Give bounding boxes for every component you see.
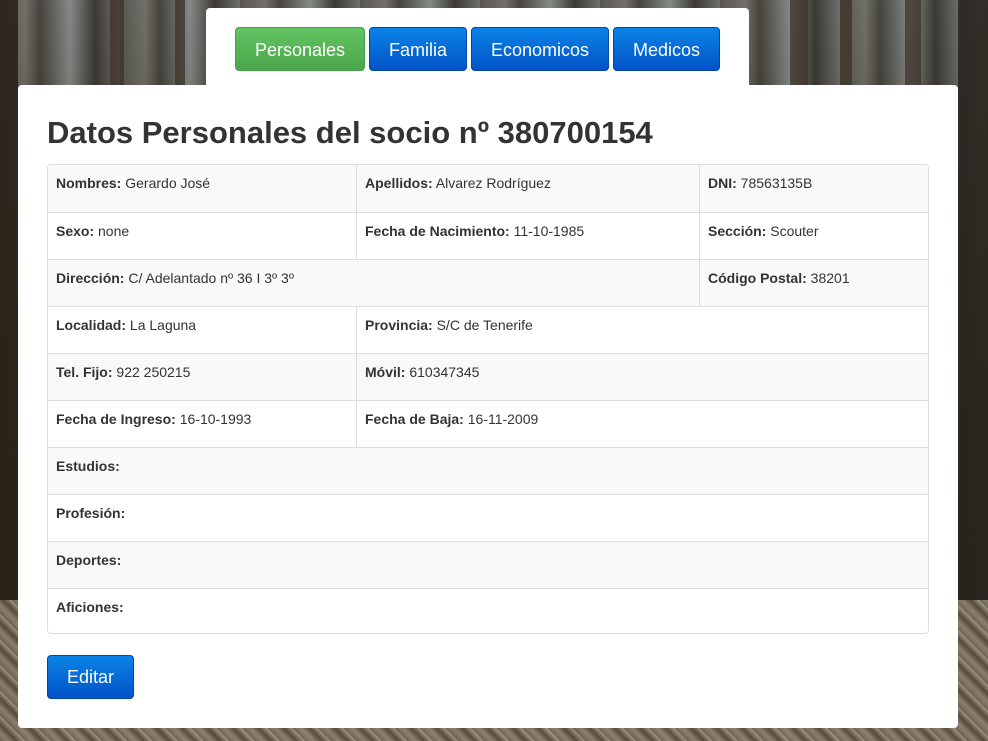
main-panel: Datos Personales del socio nº 380700154 … [18, 85, 958, 728]
field-aficiones: Aficiones: [48, 589, 928, 633]
field-value: C/ Adelantado nº 36 I 3º 3º [128, 270, 294, 286]
field-label: Tel. Fijo: [56, 364, 113, 380]
table-row: Sexo: none Fecha de Nacimiento: 11-10-19… [48, 212, 928, 260]
table-row: Localidad: La Laguna Provincia: S/C de T… [48, 306, 928, 354]
field-movil: Móvil: 610347345 [356, 354, 928, 401]
table-row: Nombres: Gerardo José Apellidos: Alvarez… [48, 165, 928, 212]
page-title: Datos Personales del socio nº 380700154 [47, 115, 653, 150]
field-label: Profesión: [56, 505, 126, 521]
field-label: Fecha de Nacimiento: [365, 223, 510, 239]
field-dni: DNI: 78563135B [699, 165, 928, 212]
field-label: Localidad: [56, 317, 127, 333]
field-label: Estudios: [56, 458, 120, 474]
table-row: Aficiones: [48, 588, 928, 633]
field-provincia: Provincia: S/C de Tenerife [356, 307, 928, 354]
field-label: Código Postal: [708, 270, 807, 286]
table-row: Fecha de Ingreso: 16-10-1993 Fecha de Ba… [48, 400, 928, 448]
field-estudios: Estudios: [48, 448, 928, 495]
field-label: DNI: [708, 175, 737, 191]
field-label: Móvil: [365, 364, 406, 380]
table-row: Deportes: [48, 541, 928, 588]
field-label: Provincia: [365, 317, 433, 333]
field-label: Sexo: [56, 223, 95, 239]
field-localidad: Localidad: La Laguna [48, 307, 356, 354]
tab-familia[interactable]: Familia [369, 27, 467, 71]
field-label: Apellidos: [365, 175, 433, 191]
field-value: none [98, 223, 130, 239]
field-fecha-baja: Fecha de Baja: 16-11-2009 [356, 401, 928, 448]
field-fecha-ingreso: Fecha de Ingreso: 16-10-1993 [48, 401, 356, 448]
field-label: Fecha de Baja: [365, 411, 464, 427]
field-value: 610347345 [409, 364, 480, 380]
field-value: 16-10-1993 [179, 411, 252, 427]
field-value: 16-11-2009 [467, 411, 539, 427]
field-apellidos: Apellidos: Alvarez Rodríguez [356, 165, 699, 212]
table-row: Estudios: [48, 447, 928, 494]
field-fecha-nacimiento: Fecha de Nacimiento: 11-10-1985 [356, 213, 699, 260]
table-row: Profesión: [48, 494, 928, 541]
field-label: Aficiones: [56, 599, 124, 615]
field-value: 78563135B [740, 175, 813, 191]
tab-personales[interactable]: Personales [235, 27, 365, 71]
field-label: Nombres: [56, 175, 122, 191]
field-value: La Laguna [129, 317, 197, 333]
table-row: Tel. Fijo: 922 250215 Móvil: 610347345 [48, 353, 928, 401]
field-tel-fijo: Tel. Fijo: 922 250215 [48, 354, 356, 401]
field-deportes: Deportes: [48, 542, 928, 589]
field-codigo-postal: Código Postal: 38201 [699, 260, 928, 307]
field-label: Dirección: [56, 270, 125, 286]
field-sexo: Sexo: none [48, 213, 356, 260]
field-value: 11-10-1985 [513, 223, 585, 239]
field-label: Deportes: [56, 552, 122, 568]
field-value: Scouter [770, 223, 819, 239]
field-value: Alvarez Rodríguez [435, 175, 551, 191]
table-row: Dirección: C/ Adelantado nº 36 I 3º 3º C… [48, 259, 928, 307]
field-seccion: Sección: Scouter [699, 213, 928, 260]
field-nombres: Nombres: Gerardo José [48, 165, 356, 212]
field-value: 922 250215 [116, 364, 191, 380]
field-direccion: Dirección: C/ Adelantado nº 36 I 3º 3º [48, 260, 699, 307]
tab-bar: Personales Familia Economicos Medicos [206, 8, 749, 88]
edit-button[interactable]: Editar [47, 655, 134, 699]
field-value: 38201 [810, 270, 850, 286]
tab-medicos[interactable]: Medicos [613, 27, 720, 71]
field-value: S/C de Tenerife [436, 317, 533, 333]
member-details-table: Nombres: Gerardo José Apellidos: Alvarez… [47, 164, 929, 634]
field-label: Fecha de Ingreso: [56, 411, 176, 427]
tab-economicos[interactable]: Economicos [471, 27, 609, 71]
field-label: Sección: [708, 223, 767, 239]
field-value: Gerardo José [125, 175, 211, 191]
field-profesion: Profesión: [48, 495, 928, 542]
